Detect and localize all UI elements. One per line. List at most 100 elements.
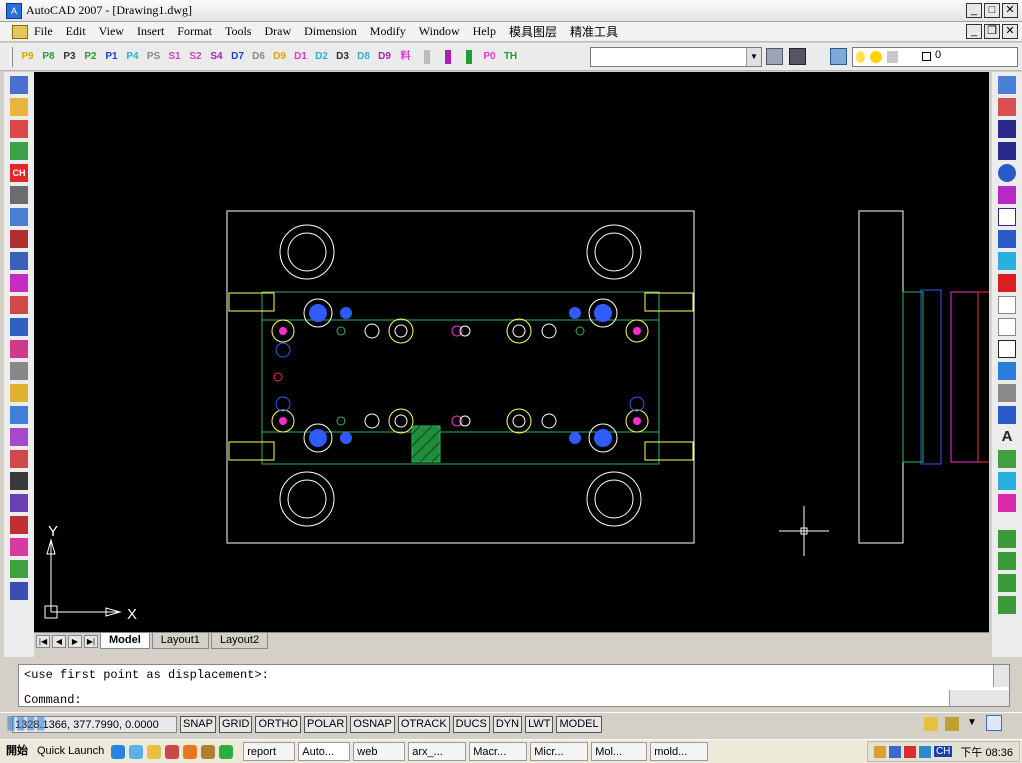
hatch-tool-icon[interactable]	[10, 230, 28, 248]
doc-close-icon[interactable]: ✕	[1002, 24, 1018, 39]
text-style-icon[interactable]: CH	[10, 164, 28, 182]
language-indicator[interactable]: CH	[933, 746, 953, 757]
menu-mold-layers[interactable]: 模具图层	[509, 23, 557, 40]
media-icon[interactable]	[201, 744, 216, 759]
menu-insert[interactable]: Insert	[137, 24, 164, 39]
task-moldflow[interactable]: Mol...	[591, 742, 648, 761]
snap-toggle[interactable]: SNAP	[180, 716, 216, 733]
layer-button-12[interactable]: D6	[249, 47, 268, 66]
menu-file[interactable]: File	[34, 24, 53, 39]
chevron-down-icon[interactable]: ▼	[746, 48, 761, 66]
layer-button-24[interactable]: TH	[501, 47, 520, 66]
xref-icon[interactable]	[998, 574, 1016, 592]
menu-help[interactable]: Help	[473, 24, 496, 39]
lwt-toggle[interactable]: LWT	[525, 716, 554, 733]
app-icon[interactable]	[165, 744, 180, 759]
command-prompt[interactable]: Command:	[24, 693, 82, 707]
region-tool-icon[interactable]	[10, 296, 28, 314]
doc-minimize-icon[interactable]: _	[966, 24, 982, 39]
settings-icon[interactable]	[766, 48, 783, 65]
ole-icon[interactable]	[998, 596, 1016, 614]
image-icon[interactable]	[998, 530, 1016, 548]
security-icon[interactable]	[903, 745, 916, 758]
dyn-toggle[interactable]: DYN	[492, 716, 523, 733]
offset-tool-icon[interactable]	[10, 472, 28, 490]
communication-center-icon[interactable]	[924, 717, 938, 731]
polar-toggle[interactable]: POLAR	[304, 716, 348, 733]
menu-draw[interactable]: Draw	[264, 24, 291, 39]
attach-icon[interactable]	[998, 450, 1016, 468]
polyline-icon[interactable]	[998, 142, 1016, 160]
layer-manager-icon[interactable]	[998, 76, 1016, 94]
maximize-icon[interactable]: □	[984, 3, 1000, 18]
layer-button-15[interactable]: D2	[312, 47, 331, 66]
style-combo[interactable]: ▼	[590, 47, 762, 67]
tab-layout2[interactable]: Layout2	[210, 633, 269, 649]
insert-tool-icon[interactable]	[10, 274, 28, 292]
explode-tool-icon[interactable]	[10, 582, 28, 600]
ortho-toggle[interactable]: ORTHO	[255, 716, 301, 733]
menu-edit[interactable]: Edit	[66, 24, 86, 39]
drawing-canvas[interactable]: Y X	[34, 72, 989, 632]
mirror-tool-icon[interactable]	[10, 450, 28, 468]
stop-icon[interactable]	[998, 274, 1016, 292]
toolbar-grip[interactable]	[10, 46, 13, 67]
ie-icon[interactable]	[111, 744, 126, 759]
command-window[interactable]: <use first point as displacement>: Comma…	[18, 664, 1010, 707]
block-tool-icon[interactable]	[10, 252, 28, 270]
dimension-icon[interactable]	[998, 406, 1016, 424]
display-icon[interactable]	[918, 745, 931, 758]
firefox-icon[interactable]	[183, 744, 198, 759]
minimize-icon[interactable]: _	[966, 3, 982, 18]
command-scrollbar[interactable]	[993, 665, 1009, 687]
task-web[interactable]: web	[353, 742, 406, 761]
corner-tool-icon[interactable]	[10, 362, 28, 380]
task-arx[interactable]: arx_...	[408, 742, 467, 761]
corner-icon[interactable]	[998, 318, 1016, 336]
layer-button-18[interactable]: D9	[375, 47, 394, 66]
extend-tool-icon[interactable]	[10, 538, 28, 556]
messenger-icon[interactable]	[219, 744, 234, 759]
next-tab-icon[interactable]: ▶	[68, 634, 82, 648]
copy-icon[interactable]	[998, 296, 1016, 314]
status-menu-arrow-icon[interactable]: ▼	[967, 717, 977, 728]
circle-icon[interactable]	[998, 164, 1016, 182]
array-tool-icon[interactable]	[10, 494, 28, 512]
hatch-icon[interactable]	[998, 494, 1016, 512]
ducs-toggle[interactable]: DUCS	[452, 716, 490, 733]
task-microsoft[interactable]: Micr...	[530, 742, 589, 761]
layers-icon[interactable]	[830, 48, 847, 65]
move-tool-icon[interactable]	[10, 406, 28, 424]
rotate-tool-icon[interactable]	[10, 340, 28, 358]
circle-tool-icon[interactable]	[10, 208, 28, 226]
otrack-toggle[interactable]: OTRACK	[397, 716, 450, 733]
match-properties-icon[interactable]	[10, 98, 28, 116]
tab-model[interactable]: Model	[100, 633, 150, 649]
raster-icon[interactable]	[998, 552, 1016, 570]
erase-icon[interactable]	[998, 98, 1016, 116]
layer-button-7[interactable]: PS	[144, 47, 163, 66]
table-tool-icon[interactable]	[10, 318, 28, 336]
notepad-icon[interactable]	[147, 744, 162, 759]
funnel-icon[interactable]	[998, 252, 1016, 270]
menu-modify[interactable]: Modify	[370, 24, 406, 39]
menu-window[interactable]: Window	[419, 24, 460, 39]
task-macromedia[interactable]: Macr...	[469, 742, 528, 761]
first-tab-icon[interactable]: |◀	[36, 634, 50, 648]
line-tool-icon[interactable]	[10, 186, 28, 204]
task-mold-folder[interactable]: mold...	[650, 742, 709, 761]
menu-view[interactable]: View	[99, 24, 124, 39]
layer-button-9[interactable]: S2	[186, 47, 205, 66]
model-toggle[interactable]: MODEL	[556, 716, 602, 733]
copy-tool-icon[interactable]	[10, 428, 28, 446]
pencil-tool-icon[interactable]	[10, 384, 28, 402]
line-icon[interactable]	[998, 120, 1016, 138]
osnap-toggle[interactable]: OSNAP	[350, 716, 395, 733]
task-autocad[interactable]: Auto...	[298, 742, 351, 761]
layer-button-1[interactable]: P9	[18, 47, 37, 66]
doc-restore-icon[interactable]: ❐	[984, 24, 1000, 39]
network-icon[interactable]	[873, 745, 886, 758]
layer-button-3[interactable]: P3	[60, 47, 79, 66]
layer-button-8[interactable]: S1	[165, 47, 184, 66]
layer-button-2[interactable]: P8	[39, 47, 58, 66]
